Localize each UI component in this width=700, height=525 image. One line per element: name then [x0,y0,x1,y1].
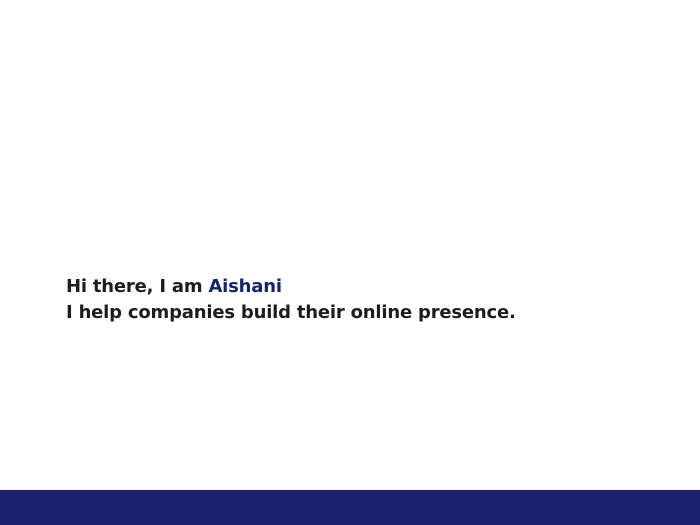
footer-bar [0,490,700,525]
hero-name: Aishani [208,276,282,297]
hero-intro: Hi there, I am Aishani I help companies … [66,274,516,326]
hero-greeting: Hi there, I am [66,276,209,297]
hero-greeting-line: Hi there, I am Aishani [66,274,516,300]
hero-tagline: I help companies build their online pres… [66,302,516,323]
page: Hi there, I am Aishani I help companies … [0,0,700,525]
